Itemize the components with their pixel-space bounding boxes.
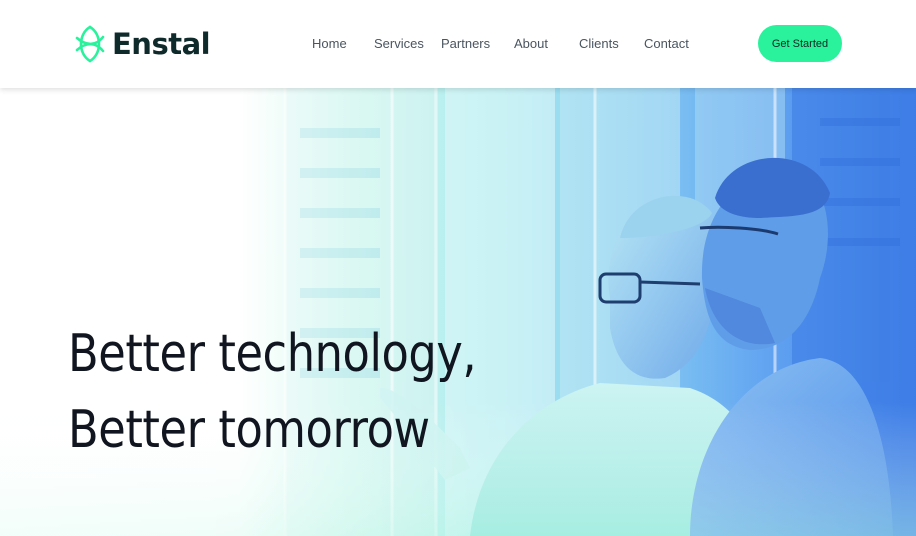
get-started-button[interactable]: Get Started (758, 25, 842, 62)
nav-item-clients[interactable]: Clients (579, 35, 619, 53)
nav-item-services[interactable]: Services (374, 35, 424, 53)
site-header: Enstal Home Services Partners About Clie… (0, 0, 916, 88)
hero-section: Better technology, Better tomorrow (0, 88, 916, 536)
hero-image (0, 88, 916, 536)
hero-headline-line-1: Better technology, (68, 324, 477, 384)
nav-item-contact[interactable]: Contact (644, 35, 689, 53)
nav-item-about[interactable]: About (514, 35, 548, 53)
hero-headline-line-2: Better tomorrow (68, 400, 430, 460)
nav-item-partners[interactable]: Partners (441, 35, 490, 53)
nav-item-home[interactable]: Home (312, 35, 347, 53)
